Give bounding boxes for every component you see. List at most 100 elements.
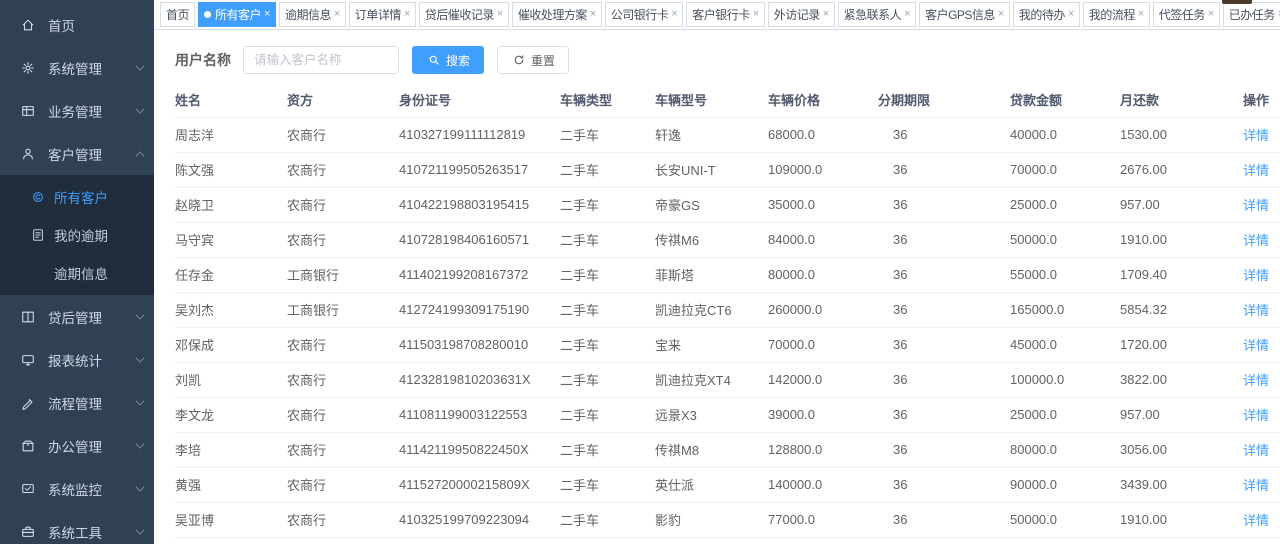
- tab[interactable]: 公司银行卡×: [605, 2, 683, 27]
- tab-label: 我的流程: [1089, 6, 1135, 23]
- table-cell: 马守宾: [175, 222, 287, 257]
- detail-link[interactable]: 详情: [1243, 408, 1269, 423]
- close-icon[interactable]: ×: [1068, 9, 1074, 20]
- close-icon[interactable]: ×: [753, 9, 759, 20]
- sidebar-item[interactable]: 首页: [0, 3, 154, 46]
- action-cell: 详情: [1243, 537, 1280, 544]
- table-cell: 41152720000215809X: [399, 467, 560, 502]
- tab[interactable]: 代签任务×: [1153, 2, 1220, 27]
- table-cell: 410325199709223094: [399, 502, 560, 537]
- avatar-partial[interactable]: [1222, 0, 1252, 4]
- table-cell: 工商银行: [287, 292, 399, 327]
- table-cell: 邓保成: [175, 327, 287, 362]
- tab[interactable]: 订单详情×: [349, 2, 416, 27]
- sidebar-subitem[interactable]: 逾期信息: [0, 254, 154, 292]
- main-content: 用户名称 搜索 重置 姓名资方身份证号车辆类型车辆型号车辆价格分期: [154, 30, 1280, 544]
- detail-link[interactable]: 详情: [1243, 233, 1269, 248]
- action-cell: 详情: [1243, 222, 1280, 257]
- close-icon[interactable]: ×: [590, 9, 596, 20]
- close-icon[interactable]: ×: [998, 9, 1004, 20]
- tab[interactable]: 贷后催收记录×: [419, 2, 509, 27]
- sidebar-item[interactable]: 客户管理: [0, 132, 154, 175]
- close-icon[interactable]: ×: [1208, 9, 1214, 20]
- table-row: 雷振华农商行410323199201014537二手车轩逸68000.03640…: [175, 537, 1280, 544]
- action-cell: 详情: [1243, 257, 1280, 292]
- tab[interactable]: 客户GPS信息×: [919, 2, 1010, 27]
- detail-link[interactable]: 详情: [1243, 128, 1269, 143]
- column-header: 姓名: [175, 83, 287, 117]
- tab-label: 订单详情: [355, 6, 401, 23]
- tab-label: 逾期信息: [285, 6, 331, 23]
- table-cell: 传祺M6: [655, 222, 768, 257]
- close-icon[interactable]: ×: [904, 9, 910, 20]
- detail-link[interactable]: 详情: [1243, 268, 1269, 283]
- sidebar-item[interactable]: 报表统计: [0, 338, 154, 381]
- table-cell: 36: [878, 537, 1010, 544]
- table-cell: 3439.00: [1120, 467, 1243, 502]
- tab[interactable]: 催收处理方案×: [512, 2, 602, 27]
- tab[interactable]: 逾期信息×: [279, 2, 346, 27]
- table-cell: 3056.00: [1120, 432, 1243, 467]
- tab[interactable]: 已办任务×: [1223, 2, 1280, 27]
- detail-link[interactable]: 详情: [1243, 373, 1269, 388]
- detail-link[interactable]: 详情: [1243, 443, 1269, 458]
- detail-link[interactable]: 详情: [1243, 163, 1269, 178]
- sidebar-item[interactable]: 系统工具: [0, 510, 154, 544]
- table-cell: 25000.0: [1010, 397, 1120, 432]
- close-icon[interactable]: ×: [264, 9, 270, 20]
- detail-link[interactable]: 详情: [1243, 303, 1269, 318]
- tab[interactable]: 所有客户×: [198, 2, 276, 27]
- detail-link[interactable]: 详情: [1243, 338, 1269, 353]
- close-icon[interactable]: ×: [1138, 9, 1144, 20]
- detail-link[interactable]: 详情: [1243, 198, 1269, 213]
- sidebar-item-label: 首页: [48, 15, 144, 35]
- close-icon[interactable]: ×: [404, 9, 410, 20]
- tab[interactable]: 外访记录×: [768, 2, 835, 27]
- tab[interactable]: 紧急联系人×: [838, 2, 916, 27]
- sidebar-subitem[interactable]: 所有客户: [0, 178, 154, 216]
- refresh-icon: [511, 52, 527, 68]
- tab[interactable]: 客户银行卡×: [686, 2, 764, 27]
- table-cell: 41142119950822450X: [399, 432, 560, 467]
- sidebar-item[interactable]: 系统管理: [0, 46, 154, 89]
- tab[interactable]: 我的待办×: [1013, 2, 1080, 27]
- table-cell: 260000.0: [768, 292, 878, 327]
- customer-name-input[interactable]: [243, 46, 399, 74]
- sidebar-submenu: 所有客户我的逾期逾期信息: [0, 175, 154, 295]
- tab-label: 贷后催收记录: [425, 6, 494, 23]
- table-row: 吴亚博农商行410325199709223094二手车影豹77000.03650…: [175, 502, 1280, 537]
- close-icon[interactable]: ×: [671, 9, 677, 20]
- reset-button[interactable]: 重置: [497, 46, 569, 74]
- close-icon[interactable]: ×: [334, 9, 340, 20]
- action-cell: 详情: [1243, 327, 1280, 362]
- close-icon[interactable]: ×: [497, 9, 503, 20]
- sidebar-item[interactable]: 业务管理: [0, 89, 154, 132]
- sidebar-item[interactable]: 系统监控: [0, 467, 154, 510]
- table-cell: 100000.0: [1010, 362, 1120, 397]
- tab-label: 首页: [166, 6, 189, 23]
- table-cell: 410728198406160571: [399, 222, 560, 257]
- tab-label: 代签任务: [1159, 6, 1205, 23]
- table-cell: 二手车: [560, 432, 655, 467]
- sidebar-subitem[interactable]: 我的逾期: [0, 216, 154, 254]
- tab[interactable]: 首页: [160, 2, 195, 27]
- table-cell: 36: [878, 467, 1010, 502]
- table-cell: 90000.0: [1010, 467, 1120, 502]
- table-row: 吴刘杰工商银行412724199309175190二手车凯迪拉克CT626000…: [175, 292, 1280, 327]
- sidebar-subitem-label: 我的逾期: [54, 225, 154, 245]
- chevron-down-icon: [135, 310, 144, 319]
- sidebar-item[interactable]: 流程管理: [0, 381, 154, 424]
- table-cell: 410721199505263517: [399, 152, 560, 187]
- action-cell: 详情: [1243, 502, 1280, 537]
- search-button[interactable]: 搜索: [412, 46, 484, 74]
- detail-link[interactable]: 详情: [1243, 478, 1269, 493]
- sidebar-item[interactable]: 贷后管理: [0, 295, 154, 338]
- detail-link[interactable]: 详情: [1243, 513, 1269, 528]
- sidebar-item[interactable]: 办公管理: [0, 424, 154, 467]
- tab[interactable]: 我的流程×: [1083, 2, 1150, 27]
- chevron-down-icon: [135, 525, 144, 534]
- table-cell: 80000.0: [768, 257, 878, 292]
- table-cell: 二手车: [560, 257, 655, 292]
- close-icon[interactable]: ×: [823, 9, 829, 20]
- table-cell: 二手车: [560, 362, 655, 397]
